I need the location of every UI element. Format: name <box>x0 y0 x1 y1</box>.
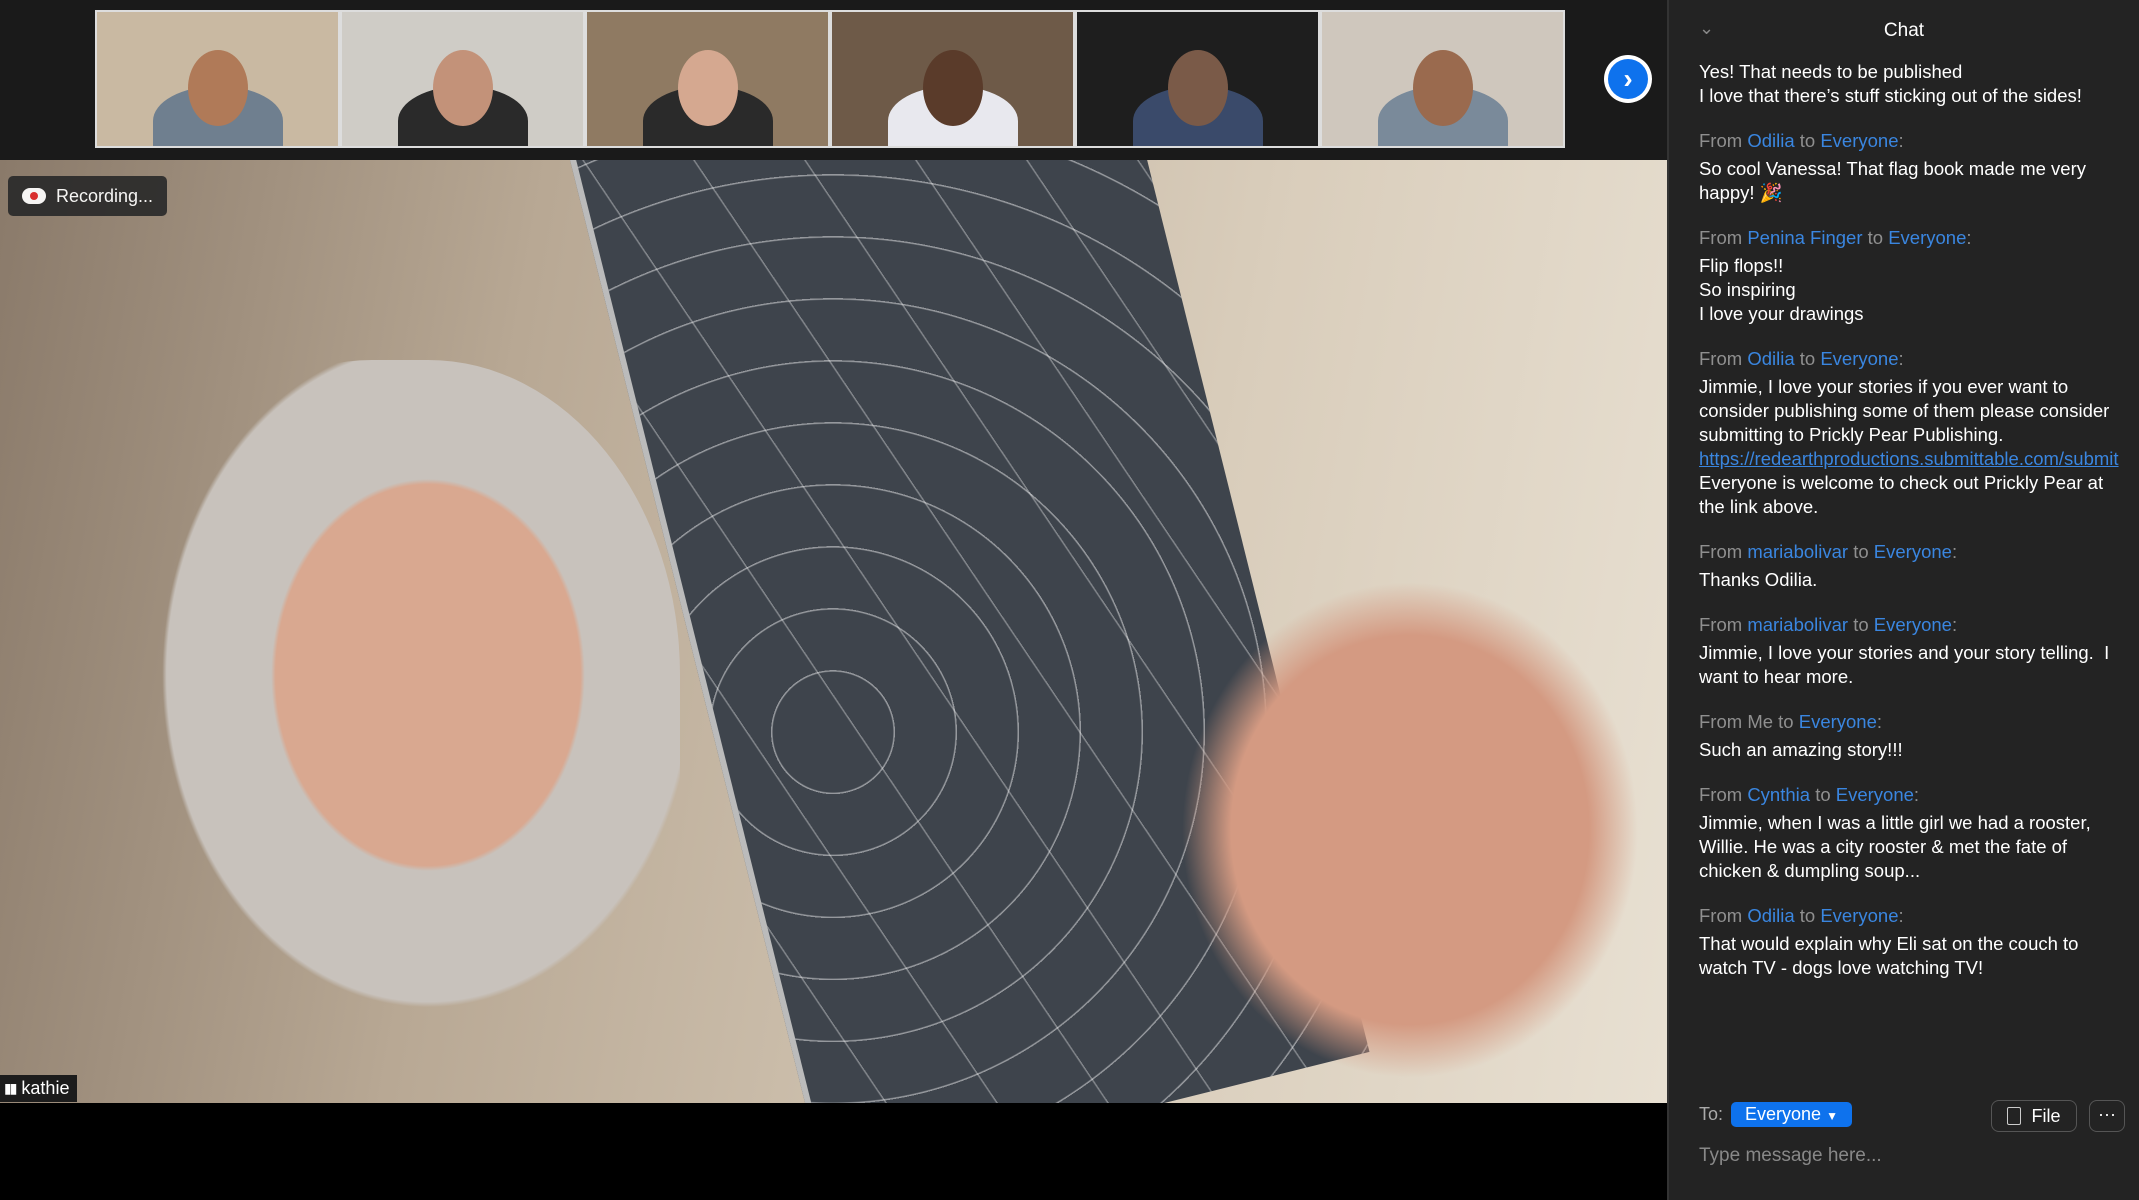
caret-down-icon: ▼ <box>1826 1109 1838 1123</box>
participant-thumbnail[interactable] <box>1077 12 1318 146</box>
chat-title: Chat <box>1883 20 1925 41</box>
chat-panel: ⌄ Chat Yes! That needs to be published I… <box>1667 0 2139 1200</box>
chat-message: Yes! That needs to be published I love t… <box>1699 60 2123 108</box>
participant-face <box>1167 49 1228 126</box>
participant-thumbnail[interactable] <box>832 12 1073 146</box>
message-header: From mariabolivar to Everyone: <box>1699 614 1958 635</box>
chat-message: From Cynthia to Everyone: Jimmie, when I … <box>1699 783 2123 883</box>
document-icon <box>2007 1107 2022 1125</box>
cloud-record-icon <box>22 188 46 204</box>
message-text: Flip flops!! So inspiring I love your dr… <box>1699 255 1864 324</box>
message-header: From Odilia to Everyone: <box>1699 905 1904 926</box>
sender-name[interactable]: Odilia <box>1747 348 1794 369</box>
recipient-name: Everyone <box>1798 711 1877 732</box>
message-text: Yes! That needs to be published I love t… <box>1699 61 2082 106</box>
recording-indicator[interactable]: Recording... <box>8 176 168 216</box>
sender-name[interactable]: Cynthia <box>1747 784 1810 805</box>
message-text: Jimmie, when I was a little girl we had … <box>1699 812 2096 881</box>
participant-face <box>677 49 738 126</box>
chat-header: ⌄ Chat <box>1669 0 2139 60</box>
recipient-name: Everyone <box>1873 614 1952 635</box>
participant-thumbnails <box>95 10 1565 148</box>
sender-name[interactable]: Odilia <box>1747 130 1794 151</box>
audio-signal-icon: ▮▮ <box>4 1080 17 1096</box>
next-page-button[interactable]: › <box>1604 55 1652 103</box>
recipient-value: Everyone <box>1745 1104 1822 1124</box>
active-speaker-video <box>0 160 1667 1103</box>
chat-message: From Odilia to Everyone: Jimmie, I love y… <box>1699 347 2123 519</box>
message-header: From Odilia to Everyone: <box>1699 130 1904 151</box>
recipient-row: To: Everyone ▼ <box>1699 1102 1852 1127</box>
speaker-name: kathie <box>21 1078 70 1098</box>
message-text: Such an amazing story!!! <box>1699 739 1903 760</box>
recipient-name: Everyone <box>1888 227 1967 248</box>
message-input[interactable] <box>1699 1145 2119 1167</box>
message-header: From mariabolivar to Everyone: <box>1699 541 1958 562</box>
message-link[interactable]: https://redearthproductions.submittable.… <box>1699 448 2119 469</box>
chat-message: From mariabolivar to Everyone: Jimmie, I … <box>1699 613 2123 689</box>
participant-face <box>922 49 983 126</box>
sender-name[interactable]: mariabolivar <box>1747 614 1848 635</box>
participant-thumbnail[interactable] <box>587 12 828 146</box>
participant-face <box>1412 49 1473 126</box>
recording-label: Recording... <box>56 185 154 206</box>
sender-name: Me <box>1747 711 1774 732</box>
recipient-dropdown[interactable]: Everyone ▼ <box>1731 1102 1852 1127</box>
file-label: File <box>2031 1105 2061 1126</box>
message-text: Jimmie, I love your stories if you ever … <box>1699 376 2119 517</box>
recipient-name: Everyone <box>1820 905 1899 926</box>
participant-thumbnail[interactable] <box>342 12 583 146</box>
participant-thumbnail[interactable] <box>97 12 338 146</box>
message-text: That would explain why Eli sat on the co… <box>1699 933 2084 978</box>
participant-face <box>187 49 248 126</box>
message-header: From Odilia to Everyone: <box>1699 348 1904 369</box>
sender-name[interactable]: mariabolivar <box>1747 541 1848 562</box>
chat-message: From Penina Finger to Everyone: Flip flop… <box>1699 226 2123 326</box>
recipient-name: Everyone <box>1820 348 1899 369</box>
chat-message: From Me to Everyone: Such an amazing stor… <box>1699 710 2123 762</box>
chat-message: From mariabolivar to Everyone: Thanks Odi… <box>1699 540 2123 592</box>
recipient-name: Everyone <box>1835 784 1914 805</box>
chat-messages[interactable]: Yes! That needs to be published I love t… <box>1699 60 2123 1001</box>
message-header: From Me to Everyone: <box>1699 711 1883 732</box>
message-text: So cool Vanessa! That flag book made me … <box>1699 158 2092 203</box>
sender-name[interactable]: Penina Finger <box>1747 227 1862 248</box>
file-button[interactable]: File <box>1991 1100 2077 1132</box>
participant-face <box>432 49 493 126</box>
message-header: From Penina Finger to Everyone: <box>1699 227 1972 248</box>
speaker-person <box>120 360 680 1060</box>
recipient-name: Everyone <box>1873 541 1952 562</box>
participant-thumbnail[interactable] <box>1322 12 1563 146</box>
recipient-name: Everyone <box>1820 130 1899 151</box>
more-options-button[interactable]: ··· <box>2089 1100 2125 1132</box>
message-header: From Cynthia to Everyone: <box>1699 784 1920 805</box>
speaker-name-tag: ▮▮ kathie <box>0 1075 78 1102</box>
sender-name[interactable]: Odilia <box>1747 905 1794 926</box>
speaker-hand <box>1180 580 1640 1080</box>
bottom-bar <box>0 1103 1667 1200</box>
to-label: To: <box>1699 1104 1724 1124</box>
chat-message: From Odilia to Everyone: So cool Vanessa!… <box>1699 129 2123 205</box>
gallery-strip: › <box>0 0 1667 160</box>
message-text: Thanks Odilia. <box>1699 569 1818 590</box>
chevron-right-icon: › <box>1608 59 1648 99</box>
chat-message: From Odilia to Everyone: That would expla… <box>1699 904 2123 980</box>
message-text: Jimmie, I love your stories and your sto… <box>1699 642 2115 687</box>
